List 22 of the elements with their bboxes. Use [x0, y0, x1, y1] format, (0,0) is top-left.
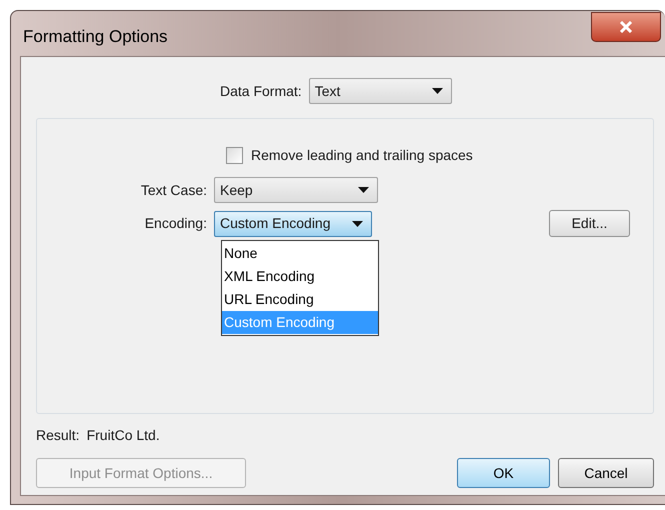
edit-button[interactable]: Edit...: [549, 210, 630, 237]
dialog-button[interactable]: OK: [457, 458, 550, 488]
dropdown[interactable]: Text: [308, 78, 452, 104]
caret-icon: [358, 187, 369, 193]
dropdown[interactable]: Custom Encoding: [214, 210, 372, 236]
dropdown-option[interactable]: URL Encoding: [222, 288, 378, 311]
result-value: FruitCo Ltd.: [86, 426, 160, 445]
dialog-button[interactable]: Cancel: [558, 458, 654, 488]
field-label: Data Format:: [220, 82, 302, 100]
close-icon: [619, 21, 633, 33]
dropdown-option[interactable]: None: [222, 242, 378, 265]
close-button[interactable]: [591, 12, 661, 42]
caret-icon: [352, 220, 363, 226]
checkbox-label: Remove leading and trailing spaces: [251, 146, 473, 165]
result-label: Result:: [36, 426, 80, 445]
window-title: Formatting Options: [23, 26, 168, 48]
checkbox[interactable]: [226, 147, 243, 164]
field-label: Encoding:: [144, 214, 208, 233]
dropdown[interactable]: Keep: [214, 177, 378, 203]
field-label: Text Case:: [140, 180, 208, 200]
dropdown-option[interactable]: XML Encoding: [222, 265, 378, 288]
caret-icon: [432, 88, 443, 94]
